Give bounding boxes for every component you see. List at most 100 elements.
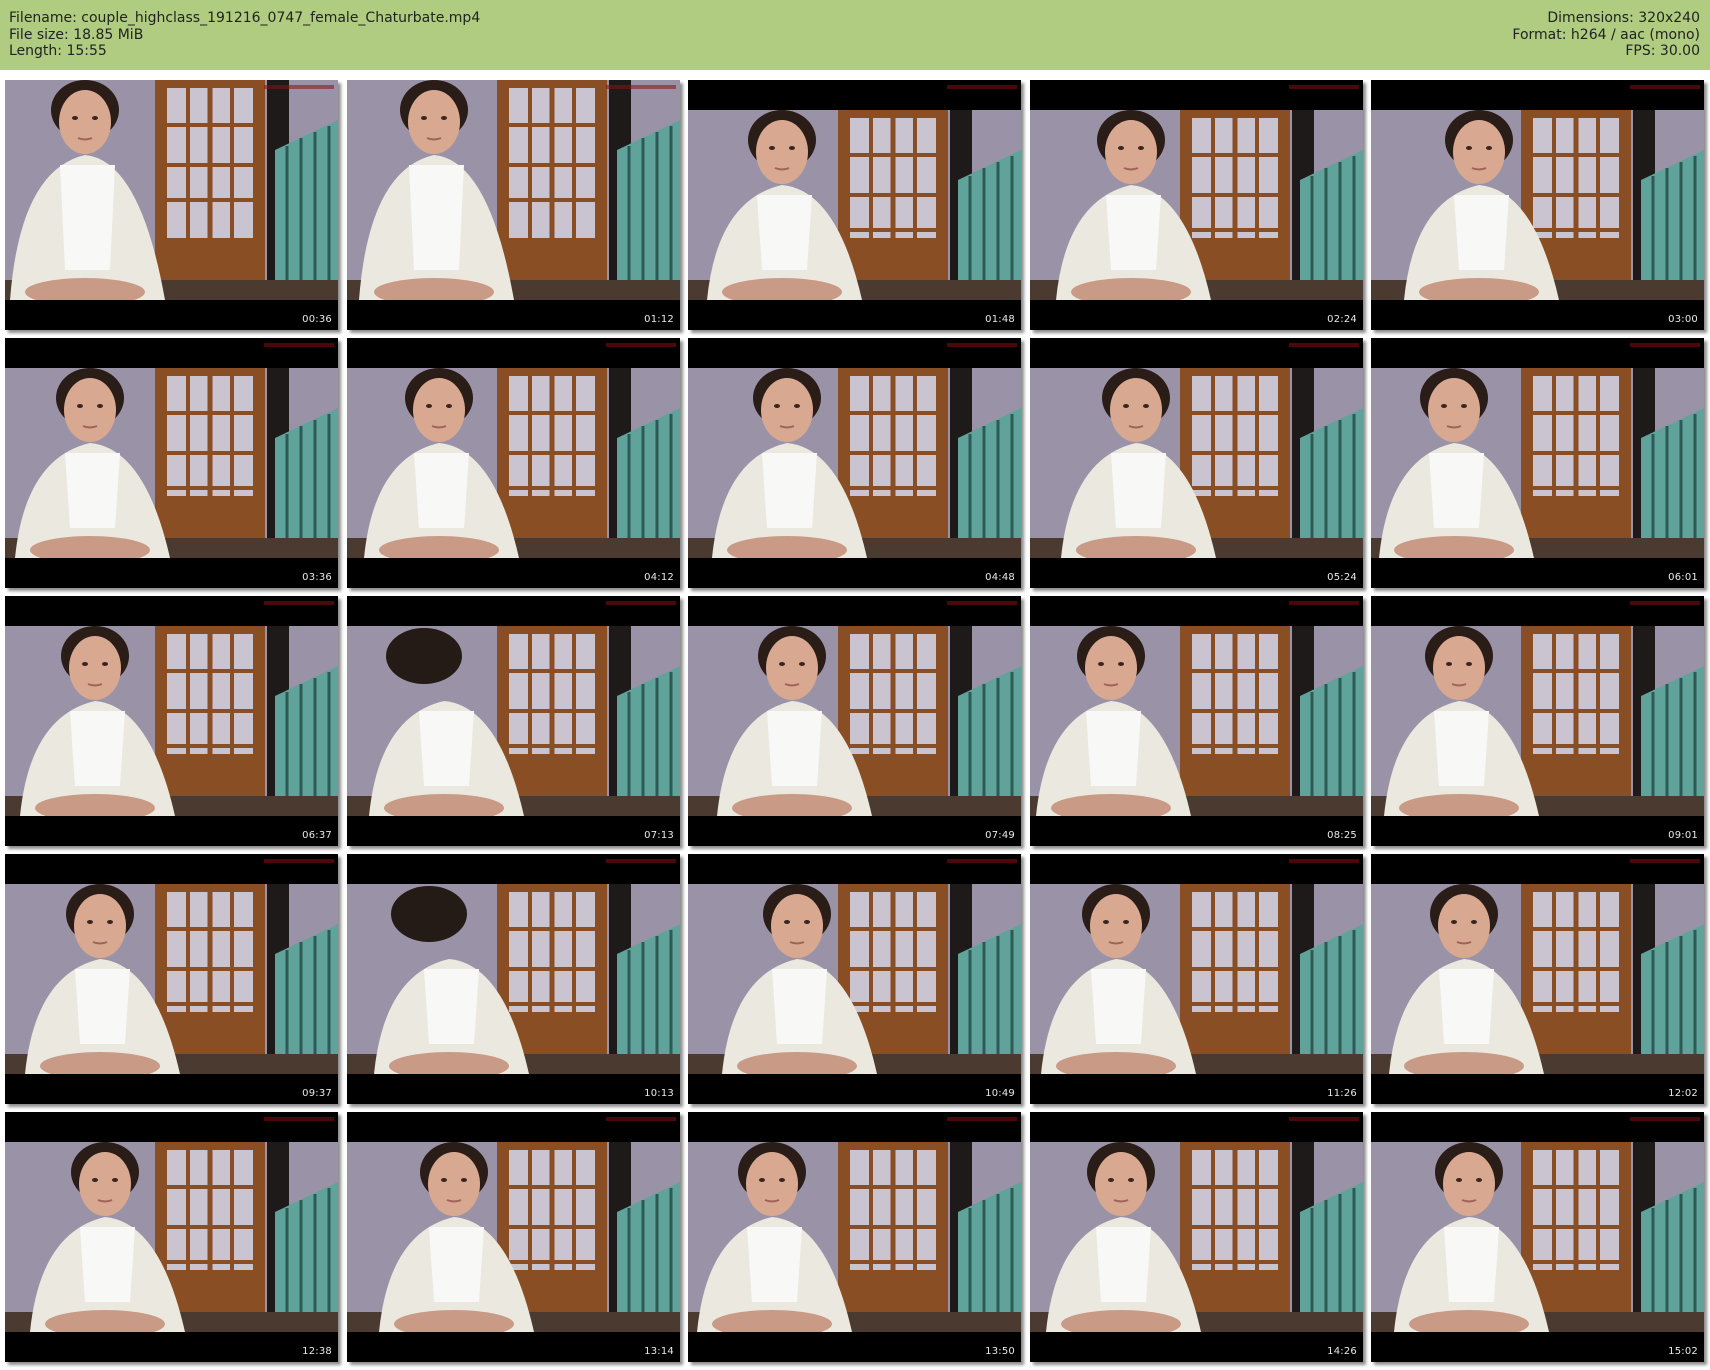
video-thumbnail: 05:24 [1030,338,1363,588]
frame-image [1030,596,1363,846]
video-thumbnail: 12:38 [5,1112,338,1362]
timestamp-label: 03:36 [302,572,332,583]
timestamp-label: 10:13 [644,1088,674,1099]
filesize-label: File size: 18.85 MiB [9,26,144,43]
watermark [1289,859,1359,863]
timestamp-label: 01:48 [985,314,1015,325]
frame-image [688,596,1021,846]
video-thumbnail: 02:24 [1030,80,1363,330]
video-thumbnail: 06:01 [1371,338,1704,588]
watermark [1630,85,1700,89]
timestamp-label: 06:01 [1668,572,1698,583]
timestamp-label: 14:26 [1327,1346,1357,1357]
timestamp-label: 13:14 [644,1346,674,1357]
filename-label: Filename: couple_highclass_191216_0747_f… [9,10,481,26]
watermark [1289,85,1359,89]
video-thumbnail: 13:50 [688,1112,1021,1362]
frame-image [347,854,680,1104]
timestamp-label: 05:24 [1327,572,1357,583]
file-info: Filename: couple_highclass_191216_0747_f… [9,10,480,60]
watermark [1630,343,1700,347]
timestamp-label: 09:01 [1668,830,1698,841]
frame-image [5,338,338,588]
watermark [947,85,1017,89]
watermark [1630,1117,1700,1121]
timestamp-label: 04:12 [644,572,674,583]
video-thumbnail: 08:25 [1030,596,1363,846]
video-thumbnail: 11:26 [1030,854,1363,1104]
video-thumbnail: 04:12 [347,338,680,588]
watermark [1289,343,1359,347]
dimensions-label: Dimensions: 320x240 [1547,10,1700,26]
frame-image [5,854,338,1104]
video-thumbnail: 03:00 [1371,80,1704,330]
fps-label: FPS: 30.00 [1625,43,1700,59]
frame-image [1030,1112,1363,1362]
watermark [264,1117,334,1121]
frame-image [1371,338,1704,588]
timestamp-label: 09:37 [302,1088,332,1099]
video-info: Dimensions: 320x240 Format: h264 / aac (… [1512,10,1700,60]
frame-image [347,338,680,588]
watermark [947,859,1017,863]
timestamp-label: 07:49 [985,830,1015,841]
timestamp-label: 07:13 [644,830,674,841]
video-thumbnail: 03:36 [5,338,338,588]
frame-image [688,1112,1021,1362]
timestamp-label: 12:38 [302,1346,332,1357]
format-label: Format: h264 / aac (mono) [1512,26,1700,43]
timestamp-label: 06:37 [302,830,332,841]
watermark [947,343,1017,347]
video-thumbnail: 09:37 [5,854,338,1104]
timestamp-label: 03:00 [1668,314,1698,325]
watermark [1630,859,1700,863]
watermark [264,859,334,863]
frame-image [5,1112,338,1362]
timestamp-label: 02:24 [1327,314,1357,325]
frame-image [1371,596,1704,846]
video-thumbnail: 04:48 [688,338,1021,588]
video-thumbnail: 10:13 [347,854,680,1104]
frame-image [1030,338,1363,588]
watermark [947,601,1017,605]
frame-image [5,80,338,330]
timestamp-label: 12:02 [1668,1088,1698,1099]
frame-image [1030,80,1363,330]
watermark [264,85,334,89]
frame-image [347,596,680,846]
watermark [1289,601,1359,605]
timestamp-label: 04:48 [985,572,1015,583]
frame-image [688,80,1021,330]
video-thumbnail: 09:01 [1371,596,1704,846]
timestamp-label: 10:49 [985,1088,1015,1099]
frame-image [1371,80,1704,330]
frame-image [1371,1112,1704,1362]
watermark [264,343,334,347]
timestamp-label: 01:12 [644,314,674,325]
watermark [606,859,676,863]
thumbnail-grid: 00:36 01:12 01:48 02:24 03:00 03:36 04:12 04:48… [5,80,1705,1365]
video-thumbnail: 07:49 [688,596,1021,846]
timestamp-label: 11:26 [1327,1088,1357,1099]
watermark [606,85,676,89]
frame-image [1030,854,1363,1104]
video-thumbnail: 00:36 [5,80,338,330]
timestamp-label: 08:25 [1327,830,1357,841]
frame-image [1371,854,1704,1104]
frame-image [347,1112,680,1362]
watermark [606,601,676,605]
frame-image [688,338,1021,588]
video-thumbnail: 10:49 [688,854,1021,1104]
video-thumbnail: 01:48 [688,80,1021,330]
video-thumbnail: 14:26 [1030,1112,1363,1362]
video-thumbnail: 07:13 [347,596,680,846]
watermark [606,343,676,347]
watermark [1289,1117,1359,1121]
video-thumbnail: 06:37 [5,596,338,846]
frame-image [688,854,1021,1104]
watermark [947,1117,1017,1121]
video-thumbnail: 13:14 [347,1112,680,1362]
timestamp-label: 15:02 [1668,1346,1698,1357]
info-header: Filename: couple_highclass_191216_0747_f… [0,0,1710,70]
watermark [606,1117,676,1121]
